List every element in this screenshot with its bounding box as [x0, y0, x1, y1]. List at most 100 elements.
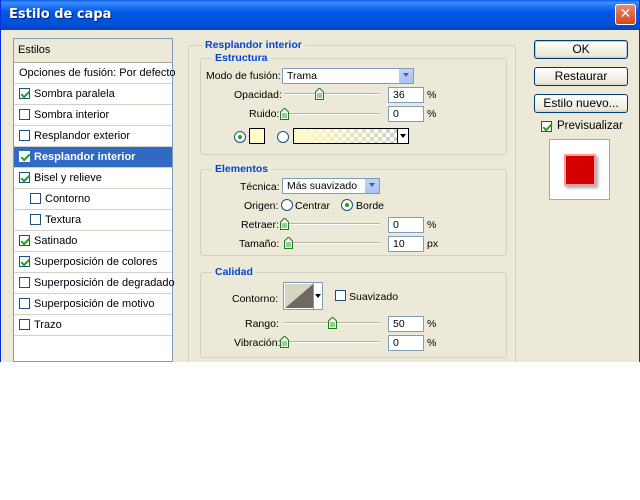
gradient-radio[interactable]	[277, 131, 289, 143]
size-label: Tamaño:	[239, 238, 280, 250]
style-list-label: Trazo	[34, 319, 62, 331]
style-list-item[interactable]: Satinado	[14, 231, 172, 252]
range-unit: %	[427, 318, 437, 330]
opacity-input[interactable]: 36	[388, 87, 424, 103]
glow-color-swatch[interactable]	[249, 128, 265, 144]
style-list-label: Superposición de motivo	[34, 298, 155, 310]
style-list-label: Bisel y relieve	[34, 172, 102, 184]
technique-label: Técnica:	[240, 181, 280, 193]
quality-title: Calidad	[212, 266, 256, 278]
chevron-down-icon	[364, 179, 379, 193]
style-checkbox[interactable]	[19, 150, 30, 162]
style-list-label: Contorno	[45, 193, 91, 205]
style-list-label: Satinado	[34, 235, 78, 247]
noise-input[interactable]: 0	[388, 106, 424, 122]
reset-button[interactable]: Restaurar	[534, 67, 628, 86]
style-list-item[interactable]: Superposición de degradado	[14, 273, 175, 294]
origin-center-radio[interactable]	[281, 199, 293, 211]
styles-header[interactable]: Estilos	[14, 39, 172, 63]
opacity-slider-thumb[interactable]	[314, 88, 324, 100]
opacity-label: Opacidad:	[234, 89, 282, 101]
close-button[interactable]: ✕	[615, 4, 636, 25]
style-checkbox[interactable]	[19, 276, 30, 288]
choke-unit: %	[427, 219, 437, 231]
origin-label: Origen:	[244, 200, 279, 212]
elements-title: Elementos	[212, 163, 272, 175]
opacity-slider[interactable]	[284, 88, 380, 100]
choke-input[interactable]: 0	[388, 217, 424, 233]
style-list-item[interactable]: Textura	[14, 210, 172, 231]
contour-chevron-down-icon[interactable]	[313, 283, 322, 309]
style-list-label: Sombra paralela	[34, 88, 115, 100]
style-checkbox[interactable]	[19, 297, 30, 309]
antialiased-label[interactable]: Suavizado	[349, 291, 398, 303]
contour-curve-icon	[285, 284, 313, 308]
range-slider-thumb[interactable]	[328, 317, 337, 329]
origin-edge-radio[interactable]	[341, 199, 353, 211]
style-checkbox[interactable]	[19, 234, 30, 246]
style-list-label: Superposición de colores	[34, 256, 158, 268]
range-input[interactable]: 50	[388, 316, 424, 332]
antialiased-checkbox[interactable]	[335, 290, 346, 301]
jitter-slider[interactable]	[280, 336, 380, 348]
jitter-slider-thumb[interactable]	[280, 336, 289, 348]
contour-picker[interactable]	[283, 282, 323, 310]
layer-style-dialog: Estilo de capa ✕ Estilos Opciones de fus…	[0, 0, 640, 362]
style-list-item[interactable]: Resplandor interior	[14, 147, 172, 168]
style-checkbox[interactable]	[30, 213, 41, 225]
style-checkbox[interactable]	[19, 108, 30, 120]
style-checkbox[interactable]	[30, 192, 41, 204]
opacity-unit: %	[427, 89, 437, 101]
structure-title: Estructura	[212, 52, 271, 64]
ok-button[interactable]: OK	[534, 40, 628, 59]
size-slider-thumb[interactable]	[283, 237, 293, 249]
range-label: Rango:	[245, 318, 279, 330]
blend-mode-label: Modo de fusión:	[206, 70, 281, 82]
size-unit: px	[427, 238, 439, 250]
style-list-item[interactable]: Superposición de colores	[14, 252, 172, 273]
noise-slider[interactable]	[280, 108, 380, 120]
choke-slider[interactable]	[280, 218, 380, 230]
style-list-item[interactable]: Contorno	[14, 189, 172, 210]
title-bar[interactable]: Estilo de capa ✕	[1, 0, 639, 30]
new-style-button[interactable]: Estilo nuevo...	[534, 94, 628, 113]
size-slider[interactable]	[283, 237, 380, 249]
window-title: Estilo de capa	[9, 7, 112, 22]
range-slider[interactable]	[284, 317, 380, 329]
preview-label[interactable]: Previsualizar	[557, 120, 623, 132]
style-checkbox[interactable]	[19, 129, 30, 141]
style-list-label: Sombra interior	[34, 109, 110, 121]
noise-slider-thumb[interactable]	[280, 108, 289, 120]
style-list-item[interactable]: Superposición de motivo	[14, 294, 172, 315]
gradient-chevron-down-icon[interactable]	[397, 129, 408, 143]
choke-label: Retraer:	[241, 219, 279, 231]
style-checkbox[interactable]	[19, 87, 30, 99]
contour-label: Contorno:	[232, 293, 279, 305]
style-list-item[interactable]: Sombra paralela	[14, 84, 172, 105]
style-checkbox[interactable]	[19, 318, 30, 330]
style-list-item[interactable]: Resplandor exterior	[14, 126, 172, 147]
origin-center-label[interactable]: Centrar	[295, 200, 330, 212]
style-list-label: Resplandor interior	[34, 151, 136, 163]
jitter-unit: %	[427, 337, 437, 349]
style-list-item[interactable]: Bisel y relieve	[14, 168, 172, 189]
gradient-picker[interactable]	[293, 128, 409, 144]
style-list-item[interactable]: Trazo	[14, 315, 172, 336]
blend-mode-value: Trama	[287, 70, 317, 82]
jitter-input[interactable]: 0	[388, 335, 424, 351]
blend-mode-select[interactable]: Trama	[282, 68, 414, 84]
style-list-item[interactable]: Opciones de fusión: Por defecto	[14, 63, 176, 84]
style-checkbox[interactable]	[19, 255, 30, 267]
technique-select[interactable]: Más suavizado	[282, 178, 380, 194]
style-list-label: Superposición de degradado	[34, 277, 175, 289]
style-list-label: Opciones de fusión: Por defecto	[19, 67, 176, 79]
style-list-label: Resplandor exterior	[34, 130, 130, 142]
preview-checkbox[interactable]	[541, 121, 552, 132]
origin-edge-label[interactable]: Borde	[356, 200, 384, 212]
choke-slider-thumb[interactable]	[280, 218, 289, 230]
size-input[interactable]: 10	[388, 236, 424, 252]
jitter-label: Vibración:	[234, 337, 281, 349]
style-list-item[interactable]: Sombra interior	[14, 105, 172, 126]
solid-color-radio[interactable]	[234, 131, 246, 143]
style-checkbox[interactable]	[19, 171, 30, 183]
